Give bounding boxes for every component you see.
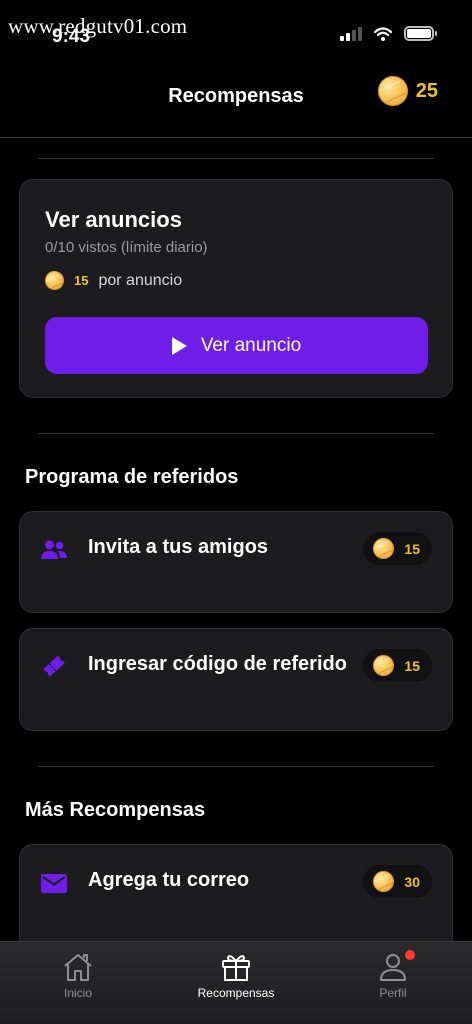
status-icons — [340, 26, 437, 41]
watch-ad-button-label: Ver anuncio — [200, 334, 302, 356]
tab-recompensas[interactable]: Recompensas — [176, 952, 296, 1000]
coin-icon — [377, 76, 408, 106]
tab-perfil[interactable]: Perfil — [333, 950, 453, 1000]
more-rewards-section-title: Más Recompensas — [25, 799, 206, 821]
coin-balance-count: 25 — [415, 79, 438, 102]
reward-pill: 15 — [363, 649, 432, 682]
notification-dot — [405, 950, 415, 960]
tab-inicio[interactable]: Inicio — [18, 952, 138, 1000]
wifi-icon — [374, 26, 392, 41]
users-icon — [41, 540, 67, 559]
invite-friends-label: Invita a tus amigos — [88, 536, 269, 558]
referrals-section-title: Programa de referidos — [25, 466, 239, 488]
battery-icon — [404, 26, 437, 41]
enter-referral-code-row[interactable]: Ingresar código de referido 15 — [19, 628, 453, 731]
ads-card: Ver anuncios 0/10 vistos (límite diario)… — [19, 179, 453, 398]
coin-balance[interactable]: 25 — [377, 76, 438, 106]
ticket-icon — [43, 655, 65, 677]
cellular-signal-icon — [340, 26, 362, 41]
watermark-text: www.redgutv01.com — [8, 14, 188, 38]
gift-icon — [222, 955, 250, 981]
add-email-label: Agrega tu correo — [88, 869, 250, 891]
divider — [38, 433, 434, 434]
invite-friends-row[interactable]: Invita a tus amigos 15 — [19, 511, 453, 613]
coin-icon — [373, 538, 395, 559]
coin-icon — [373, 655, 395, 676]
divider — [38, 766, 434, 767]
divider — [38, 158, 434, 159]
reward-amount: 30 — [404, 873, 420, 890]
ads-reward-amount: 15 — [74, 273, 89, 288]
ads-reward-suffix: por anuncio — [98, 271, 183, 289]
tab-bar: Inicio Recompensas Perfil — [0, 941, 472, 1024]
home-icon — [64, 954, 92, 981]
reward-amount: 15 — [404, 657, 420, 674]
header: Recompensas 25 — [0, 60, 472, 138]
play-icon — [171, 336, 187, 355]
add-email-row[interactable]: Agrega tu correo 30 — [19, 844, 453, 954]
reward-pill: 15 — [363, 532, 432, 565]
ads-reward: 15 por anuncio — [45, 271, 182, 290]
mail-icon — [41, 874, 67, 893]
user-icon — [380, 954, 406, 981]
reward-amount: 15 — [404, 540, 420, 557]
ads-card-title: Ver anuncios — [45, 207, 182, 232]
enter-referral-code-label: Ingresar código de referido — [88, 653, 347, 675]
coin-icon — [373, 871, 395, 892]
tab-perfil-label: Perfil — [379, 986, 407, 1000]
coin-icon — [45, 271, 64, 290]
reward-pill: 30 — [363, 865, 432, 898]
ads-card-subtitle: 0/10 vistos (límite diario) — [45, 239, 208, 256]
watch-ad-button[interactable]: Ver anuncio — [45, 317, 428, 374]
tab-inicio-label: Inicio — [63, 986, 92, 1000]
tab-recompensas-label: Recompensas — [197, 986, 275, 1000]
